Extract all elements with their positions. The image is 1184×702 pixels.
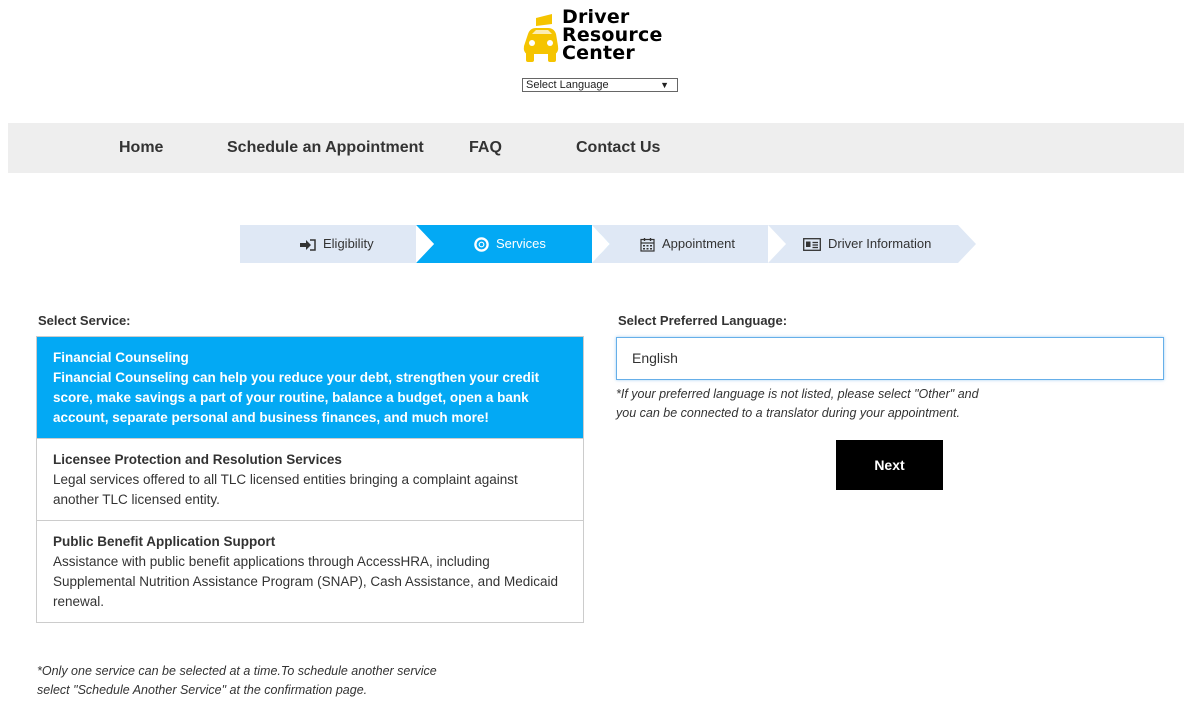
language-note: *If your preferred language is not liste… [616, 387, 979, 420]
next-button[interactable]: Next [836, 440, 943, 490]
service-title: Licensee Protection and Resolution Servi… [53, 452, 342, 467]
logo[interactable]: Driver Resource Center [522, 8, 682, 78]
calendar-icon [640, 238, 655, 252]
car-icon [523, 14, 559, 62]
step-appointment[interactable]: Appointment [592, 225, 790, 263]
logo-text: Driver Resource Center [562, 6, 663, 64]
main-nav: Home Schedule an Appointment FAQ Contact… [8, 123, 1184, 173]
step-services[interactable]: Services [416, 225, 614, 263]
site-language-select[interactable]: Select Language ▼ [522, 78, 678, 92]
preferred-language-label: Select Preferred Language: [618, 313, 788, 328]
service-option-financial-counseling[interactable]: Financial Counseling Financial Counselin… [37, 337, 583, 439]
nav-faq[interactable]: FAQ [469, 123, 502, 173]
nav-schedule-appointment[interactable]: Schedule an Appointment [227, 123, 424, 173]
service-list: Financial Counseling Financial Counselin… [36, 336, 584, 623]
service-title: Financial Counseling [53, 350, 189, 365]
service-note: *Only one service can be selected at a t… [37, 664, 437, 697]
nav-home[interactable]: Home [119, 123, 163, 173]
sign-in-icon [300, 238, 316, 251]
select-service-label: Select Service: [38, 313, 131, 328]
service-description: Financial Counseling can help you reduce… [53, 370, 540, 425]
dropdown-arrow-icon: ▼ [660, 80, 669, 90]
service-option-licensee-protection[interactable]: Licensee Protection and Resolution Servi… [37, 439, 583, 521]
step-driver-information[interactable]: Driver Information [768, 225, 978, 263]
service-title: Public Benefit Application Support [53, 534, 276, 549]
life-ring-icon [474, 237, 489, 252]
id-card-icon [803, 238, 821, 252]
step-eligibility[interactable]: Eligibility [240, 225, 438, 263]
service-option-public-benefit[interactable]: Public Benefit Application Support Assis… [37, 521, 583, 622]
preferred-language-select[interactable]: English [616, 337, 1164, 380]
nav-contact-us[interactable]: Contact Us [576, 123, 660, 173]
service-description: Assistance with public benefit applicati… [53, 554, 558, 609]
service-description: Legal services offered to all TLC licens… [53, 472, 518, 507]
